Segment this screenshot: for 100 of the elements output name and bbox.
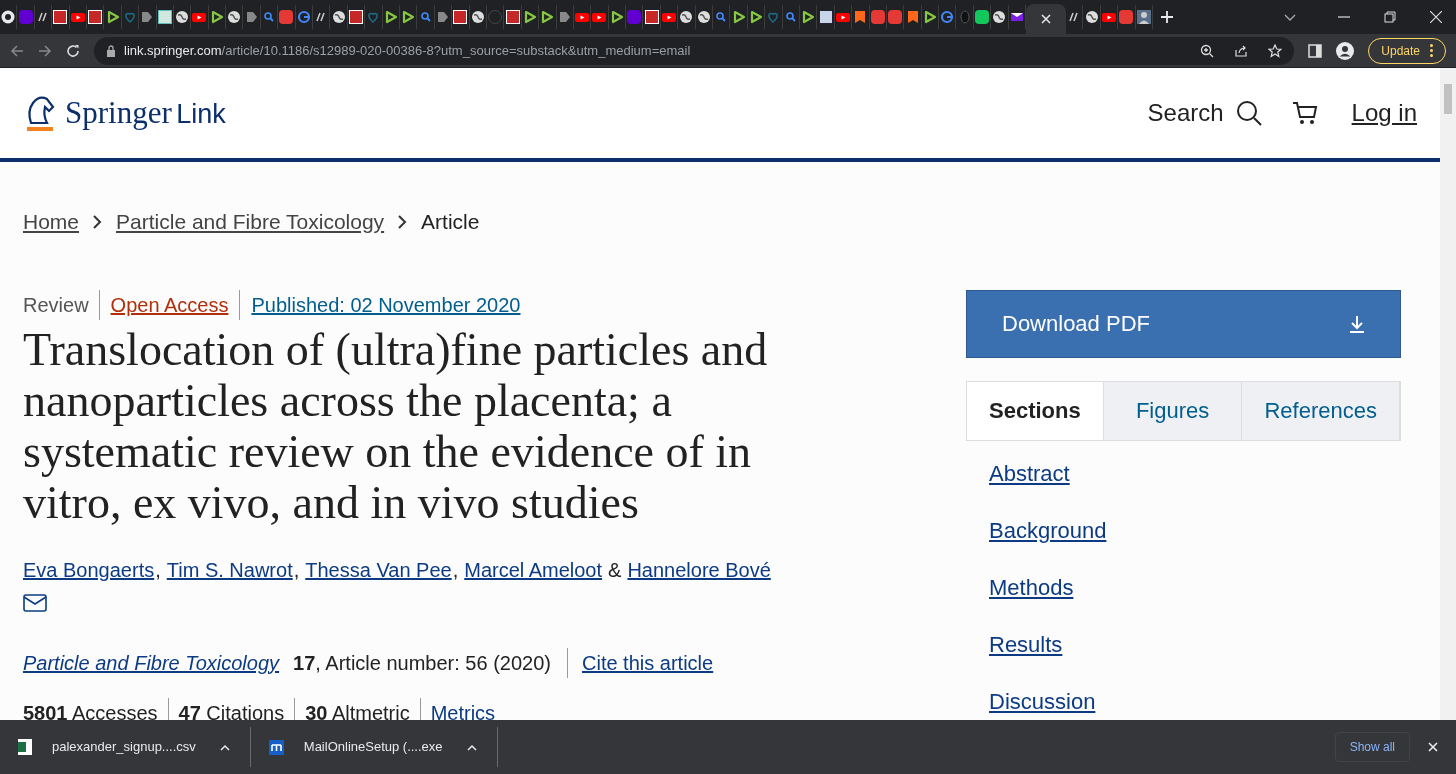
author-link[interactable]: Hannelore Bové [627, 558, 771, 581]
browser-tab[interactable] [156, 5, 174, 29]
reload-icon[interactable] [66, 43, 80, 58]
more-icon[interactable] [1430, 44, 1433, 57]
breadcrumb-link[interactable]: Particle and Fibre Toxicology [116, 206, 385, 238]
browser-tab[interactable] [591, 5, 609, 29]
play-icon [401, 10, 416, 24]
square-logo-icon [644, 10, 659, 24]
play-icon [801, 10, 816, 24]
section-link[interactable]: Abstract [989, 458, 1401, 488]
forward-arrow-icon[interactable] [38, 43, 52, 58]
globe-icon [696, 10, 711, 24]
browser-tab[interactable] [226, 5, 244, 29]
play-icon [192, 10, 207, 24]
globe-icon [227, 10, 242, 24]
browser-tab[interactable] [330, 5, 348, 29]
search-link[interactable]: Search [1147, 95, 1262, 131]
lock-icon [106, 44, 116, 57]
browser-tab[interactable] [400, 5, 418, 29]
play-icon [662, 10, 677, 24]
sidebar-tab[interactable]: References [1242, 381, 1400, 440]
browser-tab[interactable] [347, 5, 366, 29]
square-logo-icon [627, 10, 642, 24]
browser-tab[interactable] [973, 5, 992, 29]
chevron-icon [244, 10, 259, 24]
caret-up-icon[interactable] [466, 743, 477, 751]
metric-count: 30 Altmetric [305, 700, 410, 720]
download-pdf-button[interactable]: Download PDF [966, 289, 1401, 358]
author-link[interactable]: Marcel Ameloot [464, 558, 603, 581]
metrics-link[interactable]: Metrics [420, 697, 496, 720]
side-panel-icon[interactable] [1308, 43, 1323, 58]
browser-tab[interactable] [817, 5, 835, 29]
address-bar[interactable]: link.springer.com/article/10.1186/s12989-020-00386-8?utm_source=substack&utm_medium=email [94, 36, 1295, 65]
chevron-icon [435, 10, 450, 24]
globe-icon [175, 10, 190, 24]
envelope-icon[interactable] [23, 594, 47, 613]
browser-tab[interactable] [643, 5, 661, 29]
browser-tab[interactable] [452, 5, 470, 29]
plus-icon[interactable] [1161, 11, 1173, 23]
breadcrumb-link[interactable]: Home [23, 206, 80, 238]
browser-tab[interactable] [1100, 5, 1119, 29]
download-filename[interactable]: palexander_signup....csv [52, 737, 196, 757]
show-all-button[interactable]: Show all [1334, 732, 1410, 762]
browser-tab[interactable] [173, 5, 192, 29]
newspaper-icon [818, 10, 833, 24]
browser-tab[interactable] [991, 5, 1009, 29]
article-number: , Article number: 56 (2020) [315, 647, 568, 678]
browser-tab[interactable] [834, 5, 853, 29]
square-logo-icon [18, 10, 33, 24]
browser-tab[interactable] [0, 5, 18, 29]
heart-icon [122, 10, 137, 24]
browser-tab[interactable] [504, 5, 522, 29]
play-icon [209, 10, 224, 24]
share-icon[interactable] [1234, 43, 1249, 58]
login-link[interactable]: Log in [1351, 95, 1417, 131]
scrollbar[interactable] [1440, 68, 1456, 720]
published-date-link[interactable]: Published: 02 November 2020 [240, 289, 521, 320]
browser-tab[interactable] [573, 5, 592, 29]
open-access-link[interactable]: Open Access [99, 289, 241, 320]
cart-icon[interactable] [1291, 100, 1318, 126]
caret-up-icon[interactable] [219, 743, 230, 751]
section-link[interactable]: Discussion [989, 686, 1401, 716]
browser-tab[interactable] [1083, 5, 1101, 29]
sidebar-tab[interactable]: Figures [1103, 381, 1243, 440]
download-filename[interactable]: MailOnlineSetup (....exe [303, 737, 443, 757]
back-arrow-icon[interactable] [10, 43, 24, 58]
browser-tab[interactable] [86, 5, 105, 29]
author-link[interactable]: Eva Bongaerts [23, 558, 155, 581]
section-link[interactable]: Results [989, 629, 1401, 659]
browser-tab[interactable] [678, 5, 696, 29]
author-link[interactable]: Thessa Van Pee [305, 558, 452, 581]
browser-tab[interactable] [1135, 5, 1153, 29]
article-title: Translocation of (ultra)fine particles and nanoparticles across the placenta; a systematic review on the evidence of in vitro, ex vivo, and in vivo studies [23, 323, 769, 528]
author-link[interactable]: Tim S. Nawrot [166, 558, 293, 581]
browser-tab[interactable] [52, 5, 70, 29]
browser-tab[interactable] [539, 5, 557, 29]
square-logo-icon [453, 10, 468, 24]
profile-icon[interactable] [1336, 41, 1355, 60]
zoom-icon[interactable] [1200, 43, 1215, 58]
search-icon [783, 10, 798, 24]
browser-tab[interactable] [1066, 5, 1084, 29]
journal-link[interactable]: Particle and Fibre Toxicology [23, 647, 280, 678]
browser-tab[interactable] [313, 5, 331, 29]
close-icon[interactable] [1041, 14, 1052, 24]
close-icon[interactable] [1428, 742, 1438, 752]
active-browser-tab[interactable] [1026, 4, 1067, 34]
browser-tab[interactable] [695, 5, 713, 29]
browser-tab[interactable] [69, 5, 87, 29]
section-link[interactable]: Methods [989, 572, 1401, 602]
rounded-logo-icon [888, 10, 903, 24]
star-icon[interactable] [1268, 43, 1283, 58]
browser-tab[interactable] [191, 5, 209, 29]
pattern-icon [157, 10, 172, 24]
restore-icon[interactable] [1384, 11, 1396, 23]
browser-tab[interactable] [660, 5, 679, 29]
play-icon [749, 10, 763, 24]
section-link[interactable]: Background [989, 515, 1401, 545]
cite-link[interactable]: Cite this article [568, 647, 714, 678]
close-icon[interactable] [1430, 11, 1442, 23]
browser-tab[interactable] [469, 5, 487, 29]
